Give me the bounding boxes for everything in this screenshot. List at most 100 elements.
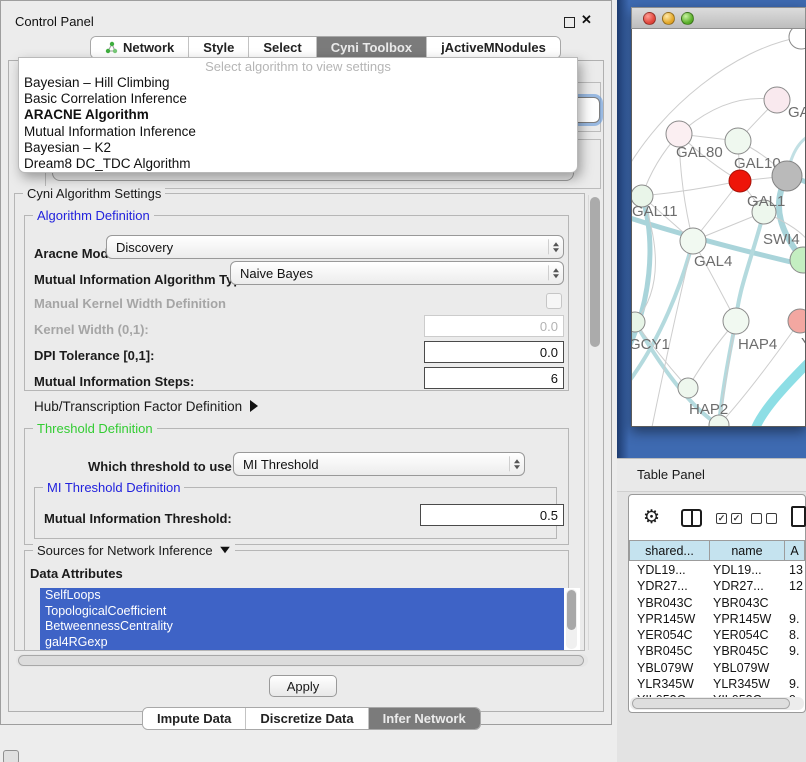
tab-style[interactable]: Style (189, 37, 249, 58)
mi-threshold-field[interactable] (420, 504, 564, 526)
network-edge[interactable] (736, 212, 764, 321)
zoom-traffic-light-icon[interactable] (681, 12, 694, 25)
sources-collapse-header[interactable]: Sources for Network Inference (33, 543, 235, 558)
algorithm-option[interactable]: Dream8 DC_TDC Algorithm (19, 156, 577, 172)
aracne-mode-select[interactable]: Discovery (106, 235, 564, 259)
minimize-traffic-light-icon[interactable] (662, 12, 675, 25)
network-node-hap2[interactable] (678, 378, 698, 398)
select-all-checkboxes-icon[interactable]: ✓✓ (716, 513, 742, 524)
table-cell: YBR045C (629, 643, 710, 659)
column-header[interactable]: name (710, 540, 785, 561)
table-horizontal-scrollbar-thumb[interactable] (632, 698, 790, 709)
deselect-all-checkboxes-icon[interactable] (751, 513, 777, 524)
network-node-gal[interactable] (764, 87, 790, 113)
node-label: GCY1 (632, 336, 670, 353)
algorithm-option[interactable]: ARACNE Algorithm (19, 107, 577, 123)
mi-algorithm-type-select[interactable]: Naive Bayes (230, 261, 564, 285)
export-table-icon[interactable] (791, 506, 806, 527)
combo-arrows-icon (509, 456, 520, 471)
algorithm-option[interactable]: Mutual Information Inference (19, 124, 577, 140)
network-canvas[interactable]: GALGAL80GAL10GAL1GAL11SWI4GAL4GCY1HAP4YH… (632, 29, 805, 426)
manual-kernel-checkbox[interactable] (546, 293, 562, 309)
tab-discretize-data[interactable]: Discretize Data (246, 708, 368, 729)
table-row[interactable]: YER054CYER054C8. (629, 627, 805, 643)
tab-cyni-toolbox[interactable]: Cyni Toolbox (317, 37, 427, 58)
column-header[interactable]: shared... (629, 540, 710, 561)
cyni-mode-tabs: Impute Data Discretize Data Infer Network (142, 707, 481, 730)
mi-type-label: Mutual Information Algorithm Type: (34, 272, 253, 287)
tab-infer-network[interactable]: Infer Network (369, 708, 480, 729)
tab-label: Discretize Data (260, 711, 353, 726)
node-label: HAP4 (738, 336, 777, 353)
table-cell (786, 595, 805, 611)
table-cell: YPR145W (710, 611, 786, 627)
kernel-width-field[interactable] (424, 315, 564, 337)
close-traffic-light-icon[interactable] (643, 12, 656, 25)
table-row[interactable]: YPR145WYPR145W9. (629, 611, 805, 627)
algorithm-option[interactable]: Bayesian – K2 (19, 140, 577, 156)
node-label: GAL11 (632, 203, 678, 220)
tab-label: Network (123, 40, 174, 55)
table-row[interactable]: YDR27...YDR27...12 (629, 578, 805, 594)
network-node-gal4[interactable] (680, 228, 706, 254)
hub-definition-expander[interactable]: Hub/Transcription Factor Definition (34, 399, 258, 414)
combo-arrows-icon (548, 239, 559, 254)
docked-window-icon[interactable] (3, 750, 19, 762)
table-cell: YDR27... (710, 578, 786, 594)
tab-impute-data[interactable]: Impute Data (143, 708, 246, 729)
network-node-swi4[interactable] (790, 247, 805, 273)
network-node-hap4[interactable] (723, 308, 749, 334)
network-node[interactable] (729, 170, 751, 192)
network-edge[interactable] (679, 98, 777, 134)
apply-button[interactable]: Apply (269, 675, 337, 697)
attribute-option-selected[interactable]: BetweennessCentrality (40, 619, 564, 635)
attribute-option-selected[interactable]: SelfLoops (40, 588, 564, 604)
table-row[interactable]: YBR043CYBR043C (629, 595, 805, 611)
table-row[interactable]: YDL19...YDL19...13 (629, 562, 805, 578)
network-node-y[interactable] (788, 309, 805, 333)
kernel-width-label: Kernel Width (0,1): (34, 322, 149, 337)
network-edge[interactable] (756, 359, 805, 426)
control-panel-tabs: Network StyleSelectCyni ToolboxjActiveMNo… (90, 36, 561, 59)
which-threshold-select[interactable]: MI Threshold (233, 452, 525, 476)
dpi-tolerance-field[interactable] (424, 341, 564, 363)
table-row[interactable]: YLR345WYLR345W9. (629, 676, 805, 692)
table-row[interactable]: YBR045CYBR045C9. (629, 643, 805, 659)
table-cell: YLR345W (710, 676, 786, 692)
network-node-gal10[interactable] (725, 128, 751, 154)
tab-jactivemnodules[interactable]: jActiveMNodules (427, 37, 560, 58)
network-edge[interactable] (642, 181, 740, 196)
float-window-icon[interactable] (564, 17, 575, 28)
algorithm-option[interactable]: Bayesian – Hill Climbing (19, 75, 577, 91)
manual-kernel-label: Manual Kernel Width Definition (34, 296, 226, 311)
mi-steps-label: Mutual Information Steps: (34, 374, 194, 389)
tab-label: Impute Data (157, 711, 231, 726)
table-cell: YBL079W (629, 660, 710, 676)
which-threshold-value: MI Threshold (243, 457, 319, 472)
settings-vertical-scrollbar-thumb[interactable] (590, 197, 600, 347)
table-cell: YLR345W (629, 676, 710, 692)
tab-select[interactable]: Select (249, 37, 316, 58)
table-cell (786, 660, 805, 676)
network-node[interactable] (772, 161, 802, 191)
mi-steps-field[interactable] (424, 367, 564, 389)
attribute-option-selected[interactable]: TopologicalCoefficient (40, 604, 564, 620)
network-node[interactable] (789, 29, 805, 49)
settings-horizontal-scrollbar-thumb[interactable] (18, 655, 584, 666)
columns-icon[interactable] (681, 509, 702, 527)
table-cell: 8. (786, 627, 805, 643)
algorithm-option[interactable]: Basic Correlation Inference (19, 91, 577, 107)
close-icon[interactable]: ✕ (581, 12, 592, 28)
dropdown-placeholder: Select algorithm to view settings (19, 58, 577, 75)
attribute-option-selected[interactable]: gal4RGexp (40, 635, 564, 650)
data-attributes-list: SelfLoopsTopologicalCoefficientBetweenne… (40, 588, 580, 650)
column-header[interactable]: A (785, 540, 805, 561)
table-cell: 13 (786, 562, 805, 578)
table-cell: 9. (786, 643, 805, 659)
table-cell: 9. (786, 611, 805, 627)
table-row[interactable]: YBL079WYBL079W (629, 660, 805, 676)
node-label: SWI4 (763, 231, 800, 248)
tab-network[interactable]: Network (91, 37, 189, 58)
gear-icon[interactable]: ⚙ (643, 506, 660, 529)
attributes-scrollbar-thumb[interactable] (567, 590, 576, 630)
